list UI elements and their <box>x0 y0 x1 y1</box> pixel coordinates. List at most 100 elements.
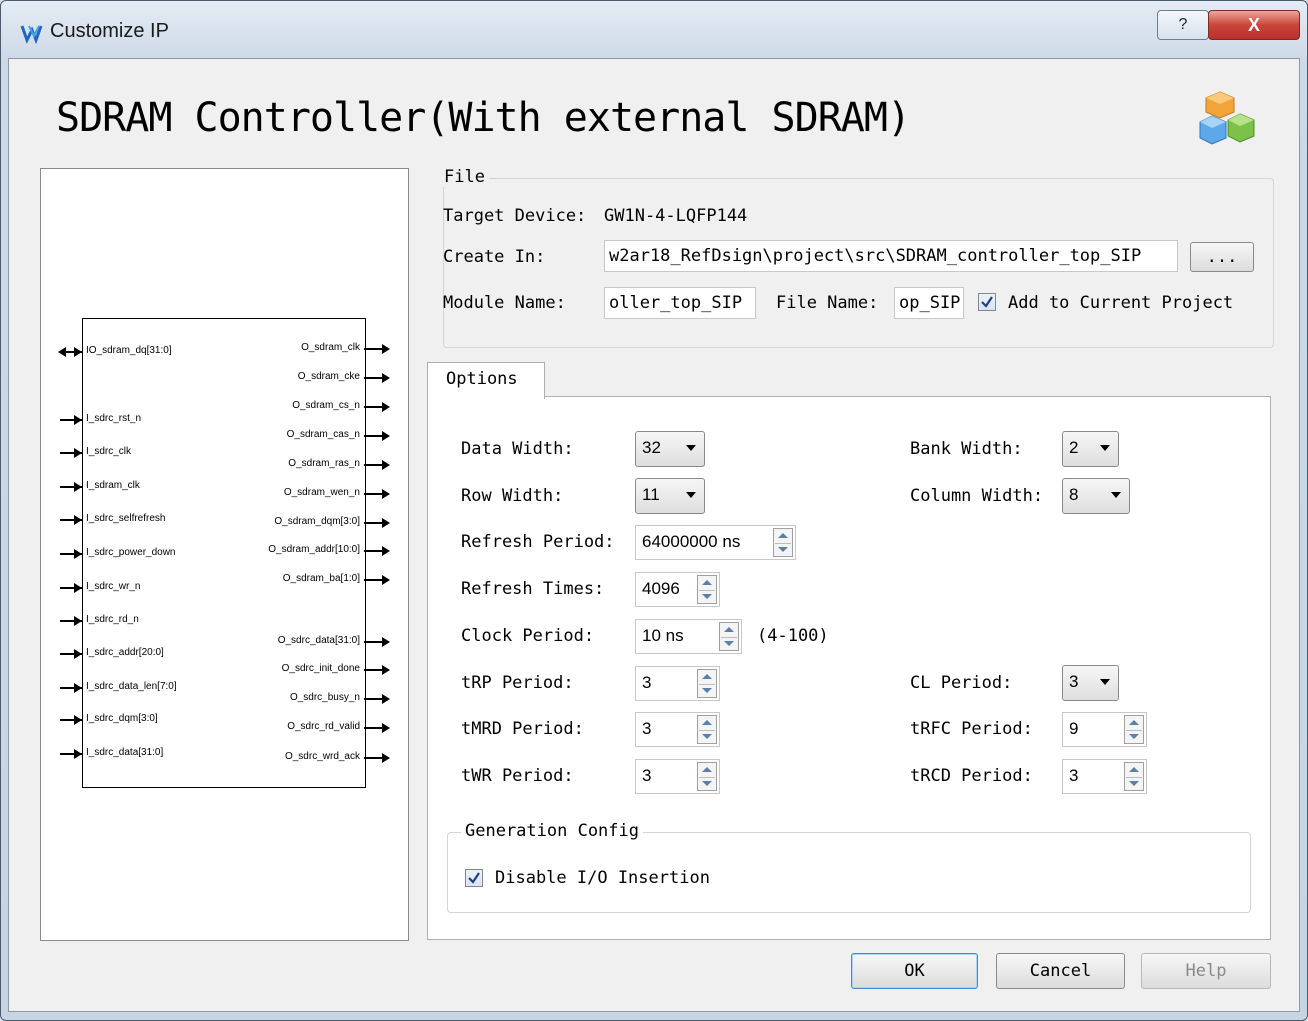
pin-label-left: I_sdrc_wr_n <box>86 581 141 592</box>
left-pin-arrow <box>60 549 82 559</box>
pin-label-left: I_sdram_clk <box>86 480 140 491</box>
pin-label-right: O_sdrc_init_done <box>281 663 360 674</box>
cl-label: CL Period: <box>910 673 1013 693</box>
column-width-label: Column Width: <box>910 486 1044 506</box>
spin-arrows-icon <box>697 669 717 698</box>
pin-label-right: O_sdram_cs_n <box>292 400 360 411</box>
pin-label-right: O_sdram_clk <box>301 342 360 353</box>
cancel-button[interactable]: Cancel <box>996 953 1125 989</box>
ip-cubes-icon <box>1198 90 1258 150</box>
pin-label-right: O_sdram_addr[10:0] <box>268 544 360 555</box>
create-in-field[interactable]: w2ar18_RefDsign\project\src\SDRAM_contro… <box>604 240 1178 272</box>
spin-arrows-icon <box>697 575 717 604</box>
page-title: SDRAM Controller(With external SDRAM) <box>56 95 911 141</box>
left-pin-arrow <box>60 715 82 725</box>
pin-label-left: I_sdrc_data_len[7:0] <box>86 681 177 692</box>
pin-label-right: O_sdram_ras_n <box>288 458 360 469</box>
right-pin-arrow <box>364 344 390 354</box>
create-in-label: Create In: <box>443 247 546 267</box>
disable-io-checkbox[interactable] <box>465 869 483 887</box>
tab-options-label: Options <box>446 369 518 389</box>
module-name-label: Module Name: <box>443 293 566 313</box>
trcd-label: tRCD Period: <box>910 766 1033 786</box>
left-pin-arrow <box>60 616 82 626</box>
pin-label-right: O_sdram_cke <box>297 371 360 382</box>
pin-label-right: O_sdrc_rd_valid <box>287 721 360 732</box>
pin-label-right: O_sdrc_data[31:0] <box>277 635 360 646</box>
right-pin-arrow <box>364 723 390 733</box>
data-width-select[interactable]: 32 <box>635 431 705 467</box>
left-pin-arrow <box>60 415 82 425</box>
right-pin-arrow <box>364 694 390 704</box>
help-button[interactable]: Help <box>1141 953 1271 989</box>
refresh-times-label: Refresh Times: <box>461 579 605 599</box>
trfc-spinbox[interactable]: 9 <box>1062 712 1147 747</box>
close-button[interactable]: X <box>1208 10 1300 40</box>
pin-label-left: I_sdrc_dqm[3:0] <box>86 713 158 724</box>
left-pin-arrow <box>60 448 82 458</box>
clock-period-spinbox[interactable]: 10 ns <box>635 619 742 654</box>
target-device-value: GW1N-4-LQFP144 <box>604 206 748 226</box>
help-title-button[interactable]: ? <box>1157 10 1209 40</box>
pin-label-left: I_sdrc_rd_n <box>86 614 139 625</box>
spin-arrows-icon <box>697 715 717 744</box>
spin-arrows-icon <box>697 762 717 791</box>
pin-label-right: O_sdrc_busy_n <box>289 692 360 703</box>
right-pin-arrow <box>364 575 390 585</box>
chevron-down-icon <box>1100 679 1110 685</box>
left-pin-arrow <box>60 749 82 759</box>
left-pin-arrow <box>60 649 82 659</box>
cl-select[interactable]: 3 <box>1062 665 1119 701</box>
right-pin-arrow <box>364 431 390 441</box>
spin-arrows-icon <box>719 622 739 651</box>
trfc-label: tRFC Period: <box>910 719 1033 739</box>
left-pin-arrow <box>60 583 82 593</box>
add-to-project-checkbox[interactable] <box>978 293 996 311</box>
target-device-label: Target Device: <box>443 206 587 226</box>
pin-label-left: I_sdrc_selfrefresh <box>86 513 166 524</box>
pin-label-left: I_sdrc_rst_n <box>86 413 142 424</box>
left-pin-arrow <box>58 347 82 357</box>
module-name-field[interactable]: oller_top_SIP <box>604 287 756 319</box>
column-width-select[interactable]: 8 <box>1062 478 1130 514</box>
file-legend: File <box>440 167 489 187</box>
clock-period-label: Clock Period: <box>461 626 595 646</box>
right-pin-arrow <box>364 665 390 675</box>
pin-label-right: O_sdram_cas_n <box>286 429 360 440</box>
row-width-select[interactable]: 11 <box>635 478 705 514</box>
disable-io-label: Disable I/O Insertion <box>495 868 710 888</box>
tmrd-label: tMRD Period: <box>461 719 584 739</box>
file-name-field[interactable]: op_SIP <box>894 287 964 319</box>
refresh-period-spinbox[interactable]: 64000000 ns <box>635 525 796 560</box>
right-pin-arrow <box>364 637 390 647</box>
bank-width-label: Bank Width: <box>910 439 1023 459</box>
twr-spinbox[interactable]: 3 <box>635 759 720 794</box>
spin-arrows-icon <box>1124 715 1144 744</box>
right-pin-arrow <box>364 373 390 383</box>
refresh-times-spinbox[interactable]: 4096 <box>635 572 720 607</box>
tmrd-spinbox[interactable]: 3 <box>635 712 720 747</box>
bank-width-select[interactable]: 2 <box>1062 431 1119 467</box>
chevron-down-icon <box>686 445 696 451</box>
window-title: Customize IP <box>50 20 169 42</box>
data-width-label: Data Width: <box>461 439 574 459</box>
trp-label: tRP Period: <box>461 673 574 693</box>
chevron-down-icon <box>686 492 696 498</box>
right-pin-arrow <box>364 460 390 470</box>
app-logo-icon <box>20 22 50 46</box>
browse-button[interactable]: ... <box>1190 242 1254 272</box>
left-pin-arrow <box>60 482 82 492</box>
chevron-down-icon <box>1100 445 1110 451</box>
refresh-period-label: Refresh Period: <box>461 532 615 552</box>
spin-arrows-icon <box>1124 762 1144 791</box>
pin-label-left: I_sdrc_addr[20:0] <box>86 647 164 658</box>
trp-spinbox[interactable]: 3 <box>635 666 720 701</box>
pin-label-right: O_sdrc_wrd_ack <box>284 751 360 762</box>
ok-button[interactable]: OK <box>851 953 978 989</box>
left-pin-arrow <box>60 683 82 693</box>
add-to-project-label: Add to Current Project <box>1008 293 1234 313</box>
right-pin-arrow <box>364 753 390 763</box>
pin-label-left: I_sdrc_clk <box>86 446 132 457</box>
pin-label-right: O_sdram_wen_n <box>283 487 360 498</box>
trcd-spinbox[interactable]: 3 <box>1062 759 1147 794</box>
